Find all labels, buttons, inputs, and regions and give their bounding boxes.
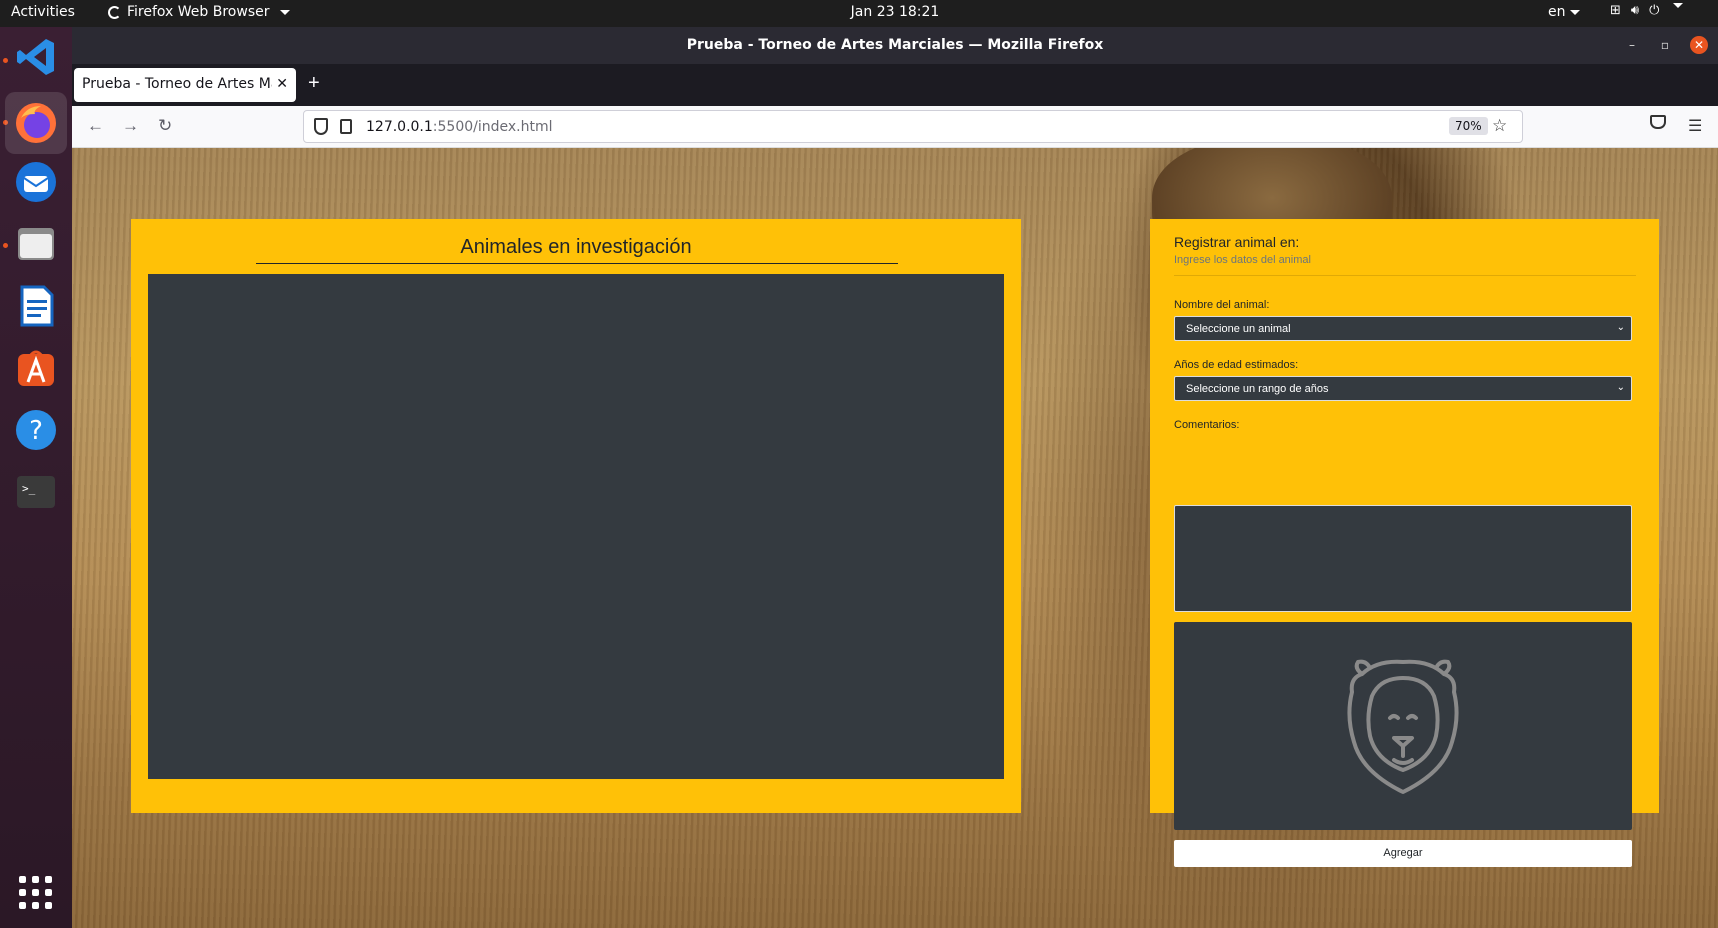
page-info-icon[interactable] [340,119,352,134]
power-icon: ⏻ [1649,3,1660,18]
terminal-icon[interactable]: >_ [12,468,60,516]
chevron-down-icon: ⌄ [1616,322,1625,333]
language-label: en [1548,4,1566,20]
network-icon: ⊞ [1610,3,1621,18]
chevron-down-icon: ⌄ [1616,382,1625,393]
clock[interactable]: Jan 23 18:21 [0,4,1718,20]
animals-gallery [148,274,1004,779]
form-title: Registrar animal en: [1174,234,1300,250]
register-form: Registrar animal en: Ingrese los datos d… [1150,219,1659,867]
url-bar[interactable]: 127.0.0.1:5500/index.html 70% ☆ [303,110,1523,143]
help-glyph: ? [29,416,43,446]
zoom-indicator[interactable]: 70% [1449,117,1488,135]
age-select-value: Seleccione un rango de años [1186,383,1329,395]
writer-icon[interactable] [12,282,60,330]
minimize-icon[interactable]: – [1623,36,1641,54]
comments-textarea[interactable] [1174,505,1632,612]
bookmark-star-icon[interactable]: ☆ [1492,116,1507,136]
vscode-icon[interactable] [12,33,60,81]
reload-icon[interactable]: ↻ [158,116,172,136]
restore-icon[interactable]: ▫ [1656,36,1674,54]
animals-heading: Animales en investigación [460,236,692,258]
system-tray[interactable]: ⊞ 🔊︎ ⏻ [1610,3,1684,18]
files-icon[interactable] [12,220,60,268]
firefox-icon[interactable] [5,92,67,154]
form-subtitle: Ingrese los datos del animal [1174,254,1311,266]
running-indicator [3,58,8,63]
menu-icon[interactable]: ☰ [1688,116,1702,136]
show-applications-icon[interactable] [19,876,52,909]
close-icon[interactable]: ✕ [1690,36,1708,54]
dock: ? >_ [0,27,72,928]
navigation-toolbar: ← → ↻ 127.0.0.1:5500/index.html 70% ☆ ☰ [72,106,1718,148]
new-tab-icon[interactable]: + [308,72,320,95]
software-icon[interactable] [12,344,60,392]
help-icon[interactable]: ? [12,406,60,454]
system-top-bar: Activities Firefox Web Browser Jan 23 18… [0,0,1718,27]
tab-bar: Prueba - Torneo de Artes Marciales ✕ + [72,64,1718,106]
animal-label: Nombre del animal: [1174,299,1270,311]
forward-icon[interactable]: → [122,116,139,136]
back-icon[interactable]: ← [87,116,104,136]
animal-select-value: Seleccione un animal [1186,323,1291,335]
animal-preview [1174,622,1632,830]
age-label: Años de edad estimados: [1174,359,1299,371]
running-indicator [3,243,8,248]
page-content: Animales en investigación Registrar anim… [72,148,1718,928]
animal-select[interactable]: Seleccione un animal ⌄ [1174,316,1632,341]
pocket-icon[interactable] [1650,115,1666,129]
terminal-glyph: >_ [22,482,36,495]
lion-icon [1347,659,1459,794]
chevron-down-icon [1673,3,1684,8]
url-host: 127.0.0.1 [366,119,433,135]
animals-panel: Animales en investigación [131,219,1021,813]
thunderbird-icon[interactable] [12,158,60,206]
agregar-button[interactable]: Agregar [1174,840,1632,867]
language-menu[interactable]: en [1548,4,1580,20]
tab-label: Prueba - Torneo de Artes Marciales [82,76,272,92]
url-text[interactable]: 127.0.0.1:5500/index.html [366,119,553,135]
shield-icon[interactable] [314,118,328,135]
form-divider [1174,275,1636,276]
tab-close-icon[interactable]: ✕ [276,76,288,92]
window-titlebar: Prueba - Torneo de Artes Marciales — Moz… [72,27,1718,64]
tab-prueba[interactable]: Prueba - Torneo de Artes Marciales ✕ [74,68,296,102]
window-title: Prueba - Torneo de Artes Marciales — Moz… [686,37,1104,53]
heading-divider [256,263,898,264]
age-select[interactable]: Seleccione un rango de años ⌄ [1174,376,1632,401]
comments-label: Comentarios: [1174,419,1240,431]
volume-icon: 🔊︎ [1630,3,1640,18]
url-path: :5500/index.html [432,119,553,135]
chevron-down-icon [1569,9,1580,15]
